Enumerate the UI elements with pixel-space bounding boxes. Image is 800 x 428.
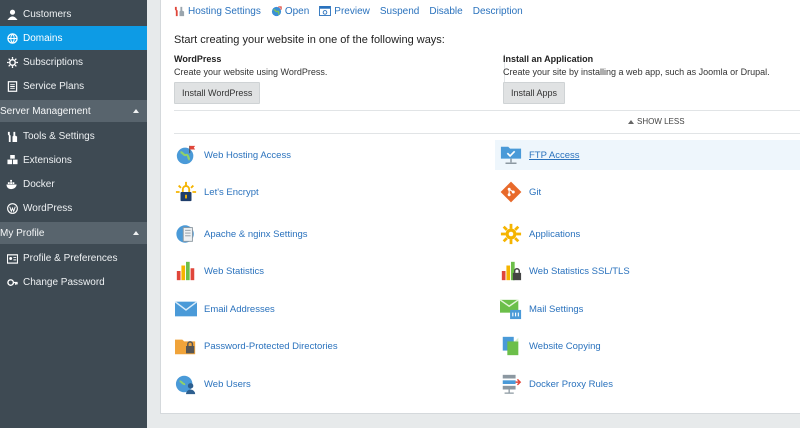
install-app-title: Install an Application [503, 54, 594, 64]
sidebar-item-wordpress[interactable]: WordPress [0, 196, 147, 220]
user-icon [6, 8, 18, 20]
git-icon [499, 180, 523, 204]
tool-web-statistics[interactable]: Web Statistics [174, 256, 264, 286]
sidebar-item-label: Docker [23, 178, 55, 190]
mail-settings-icon [499, 297, 523, 321]
install-apps-button[interactable]: Install Apps [503, 82, 566, 104]
globe-icon [6, 32, 18, 44]
applications-icon [499, 222, 523, 246]
profile-icon [6, 252, 18, 264]
sidebar-item-label: Tools & Settings [23, 130, 95, 142]
sidebar-item-label: WordPress [23, 202, 73, 214]
collapse-caret-icon [133, 109, 139, 113]
tool-web-hosting-access[interactable]: Web Hosting Access [174, 140, 291, 170]
suspend-link[interactable]: Suspend [380, 6, 419, 17]
divider [174, 133, 800, 134]
sidebar-item-label: Change Password [23, 276, 105, 288]
sidebar: Customers Domains Subscriptions Service … [0, 0, 147, 428]
wordpress-title: WordPress [174, 54, 222, 64]
apache-nginx-icon [174, 222, 198, 246]
sidebar-item-tools-settings[interactable]: Tools & Settings [0, 124, 147, 148]
docker-icon [6, 178, 18, 190]
tool-git[interactable]: Git [499, 177, 541, 207]
chevron-up-icon [628, 119, 634, 124]
tool-mail-settings[interactable]: Mail Settings [499, 294, 583, 324]
preview-link[interactable]: Preview [319, 6, 370, 17]
sidebar-item-profile-preferences[interactable]: Profile & Preferences [0, 246, 147, 270]
sidebar-section-my-profile[interactable]: My Profile [0, 222, 147, 244]
key-icon [6, 276, 18, 288]
sidebar-item-label: Service Plans [23, 80, 85, 92]
folder-lock-icon [174, 334, 198, 358]
docker-proxy-icon [499, 372, 523, 396]
tool-web-users[interactable]: Web Users [174, 369, 251, 399]
tool-web-statistics-ssl-tls[interactable]: Web Statistics SSL/TLS [499, 256, 630, 286]
divider [174, 110, 800, 111]
sidebar-item-subscriptions[interactable]: Subscriptions [0, 50, 147, 74]
globe-open-icon [271, 5, 282, 17]
install-wordpress-button[interactable]: Install WordPress [174, 82, 261, 104]
hosting-settings-icon [174, 6, 185, 17]
show-less-toggle[interactable]: SHOW LESS [628, 117, 685, 126]
website-copying-icon [499, 334, 523, 358]
wordpress-icon [6, 202, 18, 214]
section-label: Server Management [0, 105, 91, 117]
collapse-caret-icon [133, 231, 139, 235]
description-link[interactable]: Description [473, 6, 523, 17]
sidebar-item-label: Customers [23, 8, 72, 20]
sidebar-item-label: Profile & Preferences [23, 252, 118, 264]
sidebar-item-label: Extensions [23, 154, 72, 166]
tool-applications[interactable]: Applications [499, 219, 580, 249]
disable-link[interactable]: Disable [429, 6, 462, 17]
wordpress-option: WordPress Create your website using Word… [174, 54, 327, 104]
create-website-title: Start creating your website in one of th… [174, 34, 445, 46]
extensions-icon [6, 154, 18, 166]
email-icon [174, 297, 198, 321]
sidebar-item-label: Subscriptions [23, 56, 84, 68]
hosting-settings-link[interactable]: Hosting Settings [174, 6, 261, 17]
service-plans-icon [6, 80, 18, 92]
sidebar-item-customers[interactable]: Customers [0, 2, 147, 26]
sidebar-item-label: Domains [23, 32, 63, 44]
install-app-description: Create your site by installing a web app… [503, 67, 770, 77]
sidebar-item-service-plans[interactable]: Service Plans [0, 74, 147, 98]
tool-website-copying[interactable]: Website Copying [499, 331, 601, 361]
web-statistics-ssl-icon [499, 259, 523, 283]
wordpress-description: Create your website using WordPress. [174, 67, 328, 77]
web-statistics-icon [174, 259, 198, 283]
install-app-option: Install an Application Create your site … [503, 54, 770, 104]
lets-encrypt-icon [174, 180, 198, 204]
tool-password-protected-directories[interactable]: Password-Protected Directories [174, 331, 338, 361]
preview-icon [319, 6, 332, 16]
domain-panel: Hosting Settings Open Preview Suspend Di… [160, 0, 800, 414]
tool-apache-nginx-settings[interactable]: Apache & nginx Settings [174, 219, 308, 249]
ftp-icon [499, 143, 523, 167]
tool-lets-encrypt[interactable]: Let's Encrypt [174, 177, 259, 207]
open-link[interactable]: Open [271, 6, 309, 17]
section-label: My Profile [0, 227, 45, 239]
subscriptions-icon [6, 56, 18, 68]
web-hosting-access-icon [174, 143, 198, 167]
sidebar-item-domains[interactable]: Domains [0, 26, 147, 50]
domain-toolbar: Hosting Settings Open Preview Suspend Di… [174, 4, 523, 18]
sidebar-item-change-password[interactable]: Change Password [0, 270, 147, 294]
tools-icon [6, 130, 18, 142]
main-area: Hosting Settings Open Preview Suspend Di… [147, 0, 800, 428]
tool-docker-proxy-rules[interactable]: Docker Proxy Rules [499, 369, 613, 399]
sidebar-item-docker[interactable]: Docker [0, 172, 147, 196]
tool-ftp-access[interactable]: FTP Access [495, 140, 800, 170]
web-users-icon [174, 372, 198, 396]
tool-email-addresses[interactable]: Email Addresses [174, 294, 275, 324]
sidebar-section-server-management[interactable]: Server Management [0, 100, 147, 122]
sidebar-item-extensions[interactable]: Extensions [0, 148, 147, 172]
